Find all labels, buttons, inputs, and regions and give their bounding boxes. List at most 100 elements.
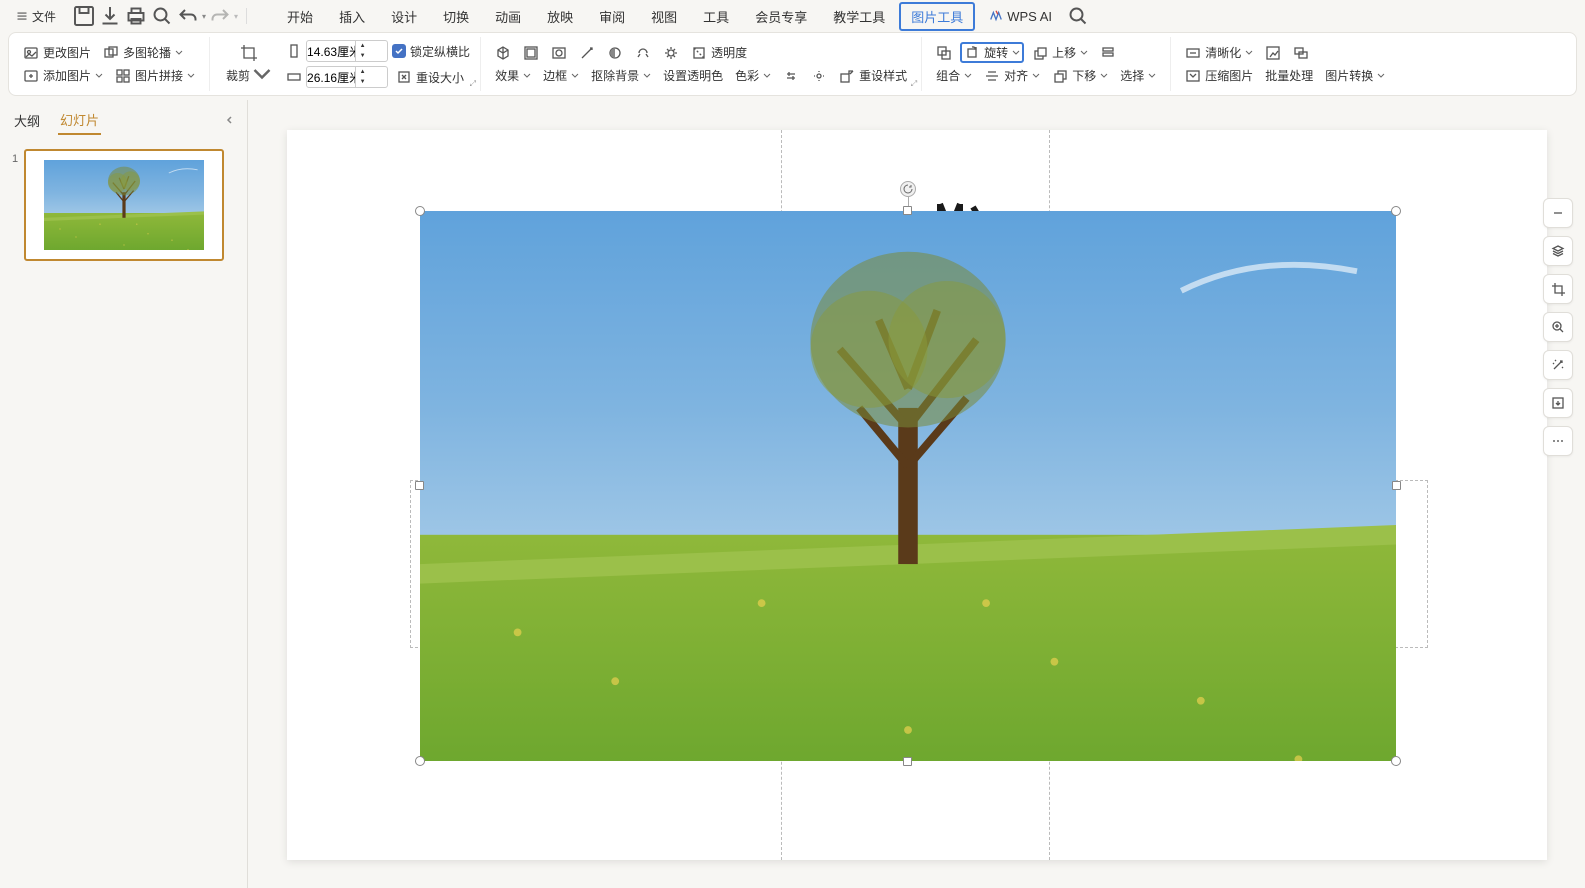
rotate-button[interactable]: 旋转 <box>960 42 1024 63</box>
batch-button[interactable]: 批量处理 <box>1261 65 1317 86</box>
float-layers-button[interactable] <box>1543 236 1573 266</box>
width-value[interactable] <box>307 70 355 84</box>
reset-size-label: 重设大小 <box>416 69 464 86</box>
reset-size-button[interactable]: 重设大小 <box>392 67 468 88</box>
float-export-button[interactable] <box>1543 388 1573 418</box>
height-spin-up[interactable]: ▲ <box>356 41 369 51</box>
move-up-button[interactable]: 上移 <box>1028 42 1092 63</box>
undo-dropdown-caret[interactable]: ▾ <box>202 12 206 21</box>
tab-slideshow[interactable]: 放映 <box>535 2 585 31</box>
tab-transition[interactable]: 切换 <box>431 2 481 31</box>
resize-handle-tm[interactable] <box>903 206 912 215</box>
thumbnail-number: 1 <box>12 149 18 165</box>
select-pane-icon-button[interactable] <box>1096 43 1120 63</box>
remove-bg-button[interactable]: 抠除背景 <box>587 65 655 86</box>
select-button[interactable]: 选择 <box>1116 65 1160 86</box>
tab-home[interactable]: 开始 <box>275 2 325 31</box>
resize-handle-mr[interactable] <box>1392 481 1401 490</box>
resize-handle-bm[interactable] <box>903 757 912 766</box>
redo-button[interactable] <box>208 4 232 28</box>
border-style-button[interactable] <box>519 43 543 63</box>
set-transparent-icon-button[interactable] <box>575 43 599 63</box>
batch-label: 批量处理 <box>1265 67 1313 84</box>
export-icon[interactable] <box>98 4 122 28</box>
slide-thumbnail-1[interactable] <box>24 149 224 261</box>
size-group-expand-icon[interactable]: ⤢ <box>470 79 476 89</box>
tab-design[interactable]: 设计 <box>379 2 429 31</box>
slide[interactable] <box>287 130 1547 860</box>
set-transparent-button[interactable]: 设置透明色 <box>659 65 727 86</box>
selected-image[interactable] <box>420 211 1396 761</box>
effect-label: 效果 <box>495 67 519 84</box>
tab-picture-tools[interactable]: 图片工具 <box>899 2 975 31</box>
resize-handle-ml[interactable] <box>415 481 424 490</box>
group-button[interactable]: 组合 <box>932 65 976 86</box>
color-button[interactable]: 色彩 <box>731 65 775 86</box>
search-icon[interactable] <box>1066 4 1090 28</box>
resize-handle-br[interactable] <box>1391 756 1401 766</box>
rotate-handle[interactable] <box>900 181 916 197</box>
resize-handle-tl[interactable] <box>415 206 425 216</box>
tab-wps-ai[interactable]: WPS AI <box>977 4 1064 29</box>
tab-member[interactable]: 会员专享 <box>743 2 819 31</box>
change-image-button[interactable]: 更改图片 <box>19 42 95 63</box>
tab-tools[interactable]: 工具 <box>691 2 741 31</box>
float-collapse-button[interactable] <box>1543 198 1573 228</box>
file-menu-button[interactable]: 文件 <box>8 5 64 28</box>
slides-tab[interactable]: 幻灯片 <box>58 106 101 135</box>
remove-bg-icon-button[interactable] <box>547 43 571 63</box>
reset-style-button[interactable]: 重设样式 <box>835 65 911 86</box>
float-magic-button[interactable] <box>1543 350 1573 380</box>
image-merge-button[interactable]: 图片拼接 <box>111 65 199 86</box>
adjust-icon-button[interactable] <box>631 43 655 63</box>
transparency-button[interactable]: 透明度 <box>687 42 751 63</box>
convert-button[interactable]: 图片转换 <box>1321 65 1389 86</box>
height-input[interactable]: ▲▼ <box>306 40 388 62</box>
add-image-button[interactable]: 添加图片 <box>19 65 107 86</box>
width-spin-up[interactable]: ▲ <box>356 67 369 77</box>
ribbon: 更改图片 多图轮播 添加图片 图片拼接 裁剪 ▲▼ 锁定纵横比 ▲▼ 重设大小 <box>8 32 1577 96</box>
sharpen-button[interactable]: 清晰化 <box>1181 42 1257 63</box>
adjust2-button[interactable] <box>779 66 803 86</box>
print-icon[interactable] <box>124 4 148 28</box>
multi-outline-button[interactable]: 多图轮播 <box>99 42 187 63</box>
print-preview-icon[interactable] <box>150 4 174 28</box>
float-crop-button[interactable] <box>1543 274 1573 304</box>
crop-button[interactable]: 裁剪 <box>220 39 278 89</box>
effect-button[interactable]: 效果 <box>491 65 535 86</box>
align-button[interactable]: 对齐 <box>980 65 1044 86</box>
effect-3d-button[interactable] <box>491 43 515 63</box>
outline-tab[interactable]: 大纲 <box>12 107 42 134</box>
resize-handle-bl[interactable] <box>415 756 425 766</box>
undo-button[interactable] <box>176 4 200 28</box>
group-icon-button[interactable] <box>932 43 956 63</box>
canvas-area[interactable] <box>248 100 1585 888</box>
tab-view[interactable]: 视图 <box>639 2 689 31</box>
move-down-button[interactable]: 下移 <box>1048 65 1112 86</box>
float-zoom-button[interactable] <box>1543 312 1573 342</box>
border-button[interactable]: 边框 <box>539 65 583 86</box>
lock-ratio-checkbox[interactable]: 锁定纵横比 <box>392 43 470 60</box>
width-input[interactable]: ▲▼ <box>306 66 388 88</box>
tab-teaching[interactable]: 教学工具 <box>821 2 897 31</box>
color-icon-button[interactable] <box>603 43 627 63</box>
height-value[interactable] <box>307 44 355 58</box>
height-spin-down[interactable]: ▼ <box>356 51 369 61</box>
redo-dropdown-caret[interactable]: ▾ <box>234 12 238 21</box>
tab-insert[interactable]: 插入 <box>327 2 377 31</box>
image-content <box>420 211 1396 761</box>
brightness2-button[interactable] <box>807 66 831 86</box>
tab-review[interactable]: 审阅 <box>587 2 637 31</box>
convert-icon-button[interactable] <box>1289 43 1313 63</box>
style-group-expand-icon[interactable]: ⤢ <box>911 79 917 89</box>
compress-button[interactable]: 压缩图片 <box>1181 65 1257 86</box>
resize-handle-tr[interactable] <box>1391 206 1401 216</box>
separator <box>246 8 247 24</box>
save-icon[interactable] <box>72 4 96 28</box>
tab-animation[interactable]: 动画 <box>483 2 533 31</box>
batch-icon-button[interactable] <box>1261 43 1285 63</box>
brightness-icon-button[interactable] <box>659 43 683 63</box>
width-spin-down[interactable]: ▼ <box>356 77 369 87</box>
collapse-panel-icon[interactable] <box>225 114 235 128</box>
float-more-button[interactable] <box>1543 426 1573 456</box>
